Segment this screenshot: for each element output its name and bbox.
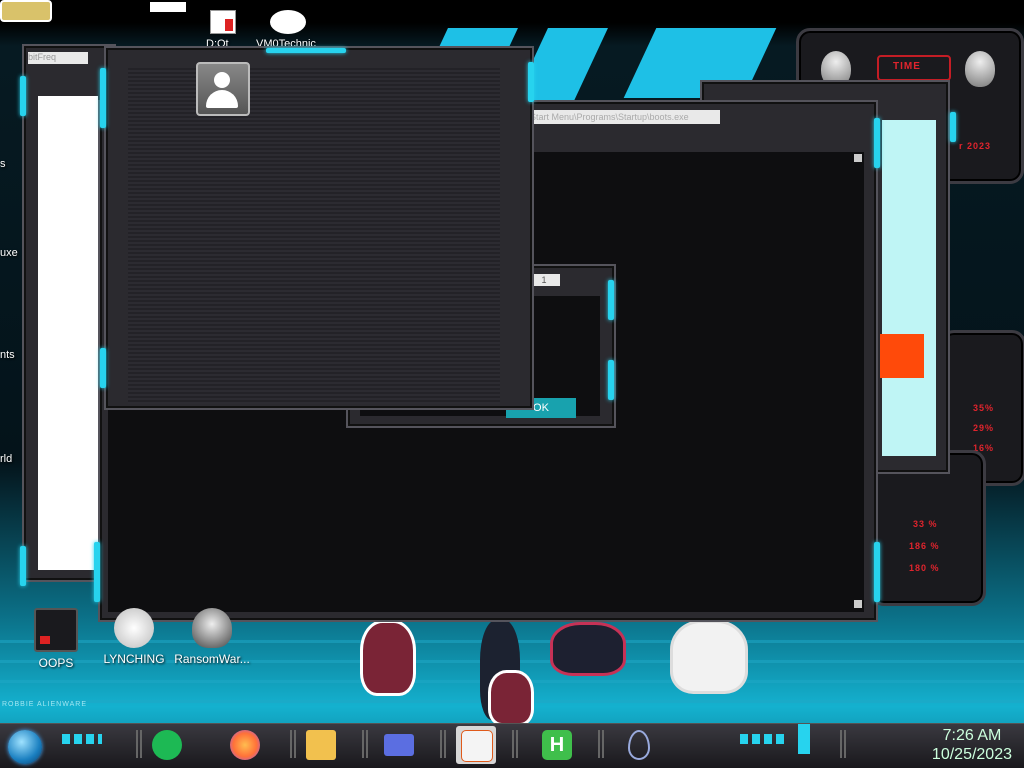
- social-text: ROBBIE ALIENWARE: [2, 701, 87, 708]
- frame-accent: [608, 280, 614, 320]
- document-icon[interactable]: [210, 10, 236, 34]
- taskbar-accent: [62, 734, 102, 744]
- clock-time: 7:26 AM: [942, 727, 1002, 744]
- main-window-path: Start Menu\Programs\Startup\boots.exe: [530, 110, 720, 124]
- taskbar-accent: [740, 734, 784, 744]
- stat-value: 180 %: [909, 563, 940, 573]
- user-head-icon: [214, 72, 230, 88]
- desktop-icon-ransomware[interactable]: RansomWar...: [174, 608, 250, 666]
- desktop-icon-label: RansomWar...: [174, 652, 250, 666]
- clock-date: 10/25/2023: [931, 746, 1012, 763]
- cartoon-icon[interactable]: [270, 10, 306, 34]
- desktop-partial-label[interactable]: s: [0, 158, 6, 170]
- desktop-partial-label[interactable]: uxe: [0, 247, 18, 259]
- frame-accent: [20, 76, 26, 116]
- desktop-partial-label[interactable]: rld: [0, 453, 12, 465]
- desktop-icon-lynching[interactable]: LYNCHING: [96, 608, 172, 666]
- desktop-icon-label: OOPS: [38, 656, 74, 670]
- frame-accent: [874, 542, 880, 602]
- start-button[interactable]: [8, 730, 42, 764]
- taskbar-separator: [440, 730, 446, 758]
- spotify-icon[interactable]: [152, 730, 182, 760]
- frame-accent: [608, 360, 614, 400]
- frame-accent: [94, 542, 100, 602]
- taskbar: H 7:26 AM 10/25/2023: [0, 723, 1024, 768]
- gadget-date-text: r 2023: [959, 141, 992, 151]
- desktop-partial-label[interactable]: nts: [0, 349, 15, 361]
- drop-icon[interactable]: [628, 730, 650, 760]
- frame-accent: [100, 348, 106, 388]
- file-explorer-icon[interactable]: [306, 730, 336, 760]
- taskbar-separator: [362, 730, 368, 758]
- taskbar-separator: [840, 730, 846, 758]
- card-app-icon[interactable]: [384, 734, 414, 756]
- frame-accent: [100, 68, 106, 128]
- stat-value: 35%: [973, 403, 995, 413]
- wallpaper-shoe: [670, 620, 748, 694]
- taskbar-separator: [512, 730, 518, 758]
- frame-accent: [950, 112, 956, 142]
- wallpaper-shoe: [488, 670, 534, 726]
- ribbon-icon: [114, 608, 154, 648]
- front-window-content: [128, 68, 500, 404]
- orange-block: [880, 334, 924, 378]
- taskbar-separator: [136, 730, 142, 758]
- top-shortcut-bar[interactable]: [150, 2, 186, 12]
- frame-accent: [874, 118, 880, 168]
- firefox-icon[interactable]: [230, 730, 260, 760]
- wallpaper-shoe: [360, 620, 416, 696]
- back-window-content: [882, 120, 936, 456]
- show-desktop-button[interactable]: [798, 724, 810, 754]
- taskbar-clock[interactable]: 7:26 AM 10/25/2023: [932, 726, 1012, 764]
- taskbar-separator: [290, 730, 296, 758]
- user-avatar[interactable]: [196, 62, 250, 116]
- stat-value: 33 %: [913, 519, 938, 529]
- alien-head-icon: [965, 51, 995, 87]
- h-app-icon[interactable]: H: [542, 730, 572, 760]
- stat-value: 186 %: [909, 541, 940, 551]
- wallpaper-shoe: [550, 622, 626, 676]
- back-window-content: [38, 96, 98, 570]
- stat-value: 29%: [973, 423, 995, 433]
- java-task-active[interactable]: [456, 726, 496, 764]
- scroll-up-button[interactable]: [854, 154, 862, 162]
- frame-accent: [20, 546, 26, 586]
- frame-accent: [528, 62, 534, 102]
- alienware-monitor-icon: [34, 608, 78, 652]
- frame-accent: [266, 48, 346, 53]
- java-icon: [461, 730, 493, 762]
- top-left-shortcut[interactable]: [0, 0, 52, 22]
- user-body-icon: [206, 90, 238, 108]
- front-window[interactable]: [100, 46, 534, 410]
- desktop-icon-oops[interactable]: OOPS: [18, 608, 94, 670]
- taskbar-separator: [598, 730, 604, 758]
- back-window-title: bitFreq: [28, 52, 88, 64]
- skull-icon: [192, 608, 232, 648]
- time-gadget-title: TIME: [893, 61, 921, 72]
- scroll-down-button[interactable]: [854, 600, 862, 608]
- desktop-icon-label: LYNCHING: [103, 652, 165, 666]
